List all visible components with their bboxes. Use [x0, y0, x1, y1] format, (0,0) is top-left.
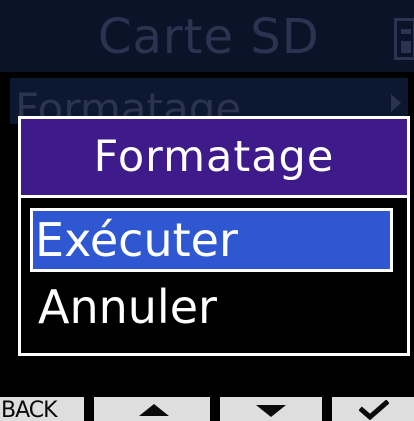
back-button[interactable]: BACK: [0, 397, 84, 421]
execute-option[interactable]: Exécuter: [30, 208, 393, 272]
format-dialog: Formatage Exécuter Annuler: [18, 116, 410, 356]
device-screen: Carte SD Formatage Formatage Exécuter An…: [0, 0, 414, 421]
execute-option-label: Exécuter: [35, 213, 238, 267]
dialog-header: Formatage: [21, 119, 407, 198]
down-button[interactable]: [220, 397, 322, 421]
cancel-option-label: Annuler: [38, 280, 217, 334]
back-button-label: BACK: [1, 398, 58, 421]
screen-title: Carte SD: [98, 9, 320, 65]
screen-header: Carte SD: [0, 0, 414, 72]
up-button[interactable]: [94, 397, 210, 421]
arrow-up-icon: [139, 404, 169, 416]
softkey-bar: BACK: [0, 397, 414, 421]
chevron-right-icon: [391, 94, 401, 112]
check-icon: [359, 400, 389, 420]
arrow-down-icon: [256, 405, 286, 417]
battery-icon: [394, 18, 414, 60]
confirm-button[interactable]: [332, 397, 414, 421]
dialog-title: Formatage: [93, 132, 335, 182]
cancel-option[interactable]: Annuler: [35, 277, 391, 337]
